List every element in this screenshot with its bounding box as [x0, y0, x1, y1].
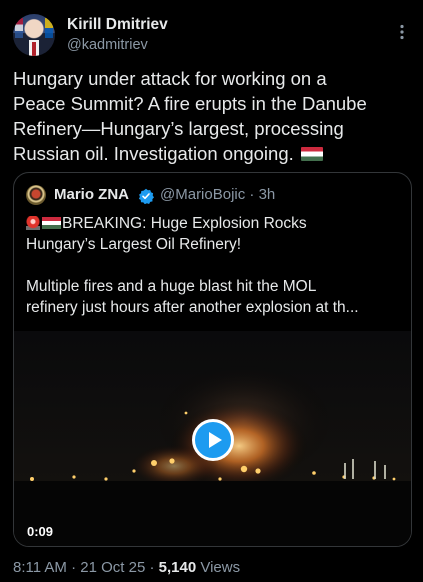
more-icon[interactable]	[398, 24, 406, 40]
tweet-text: Hungary under attack for working on a Pe…	[13, 66, 413, 166]
views-label: Views	[196, 559, 241, 576]
tweet-text-line: Hungary under attack for working on a	[13, 68, 327, 89]
tweet-text-line: Refinery—Hungary’s largest, processing	[13, 118, 344, 139]
quoted-author-name[interactable]: Mario ZNA	[54, 186, 129, 203]
quoted-headline-line: BREAKING: Huge Explosion Rocks	[26, 213, 406, 234]
play-icon	[209, 432, 222, 448]
siren-icon	[26, 216, 40, 230]
author-display-name[interactable]: Kirill Dmitriev	[67, 16, 168, 34]
play-button[interactable]	[192, 419, 234, 461]
quoted-headline-text: BREAKING: Huge Explosion Rocks	[62, 215, 307, 232]
author-avatar[interactable]	[13, 14, 55, 56]
tweet: Kirill Dmitriev @kadmitriev Hungary unde…	[0, 0, 423, 582]
hungary-flag-icon	[42, 217, 61, 229]
hungary-flag-icon	[300, 147, 323, 161]
video-player[interactable]: 0:09	[14, 331, 411, 546]
quoted-tweet-card[interactable]: Mario ZNA @MarioBojic · 3h BREAKING: Hug…	[13, 172, 412, 547]
verified-icon	[138, 188, 154, 205]
quoted-author-avatar[interactable]	[26, 185, 46, 205]
tweet-text-line: Russian oil. Investigation ongoing.	[13, 141, 413, 166]
views-count: 5,140	[158, 559, 197, 576]
quoted-headline-line: Hungary’s Largest Oil Refinery!	[26, 236, 242, 253]
quoted-tweet-text: BREAKING: Huge Explosion Rocks Hungary’s…	[26, 213, 406, 318]
quoted-body-line: Multiple fires and a huge blast hit the …	[26, 278, 317, 295]
tweet-text-line-end: Russian oil. Investigation ongoing.	[13, 143, 294, 164]
tweet-footer: 8:11 AM · 21 Oct 25 · 5,140 Views	[13, 559, 240, 576]
quoted-body-line: refinery just hours after another explos…	[26, 299, 359, 316]
tweet-text-line: Peace Summit? A fire erupts in the Danub…	[13, 93, 367, 114]
video-duration: 0:09	[27, 524, 54, 539]
tweet-timestamp[interactable]: 8:11 AM · 21 Oct 25 ·	[13, 559, 159, 576]
author-handle[interactable]: @kadmitriev	[67, 37, 148, 53]
quoted-author-meta: @MarioBojic · 3h	[160, 186, 276, 203]
